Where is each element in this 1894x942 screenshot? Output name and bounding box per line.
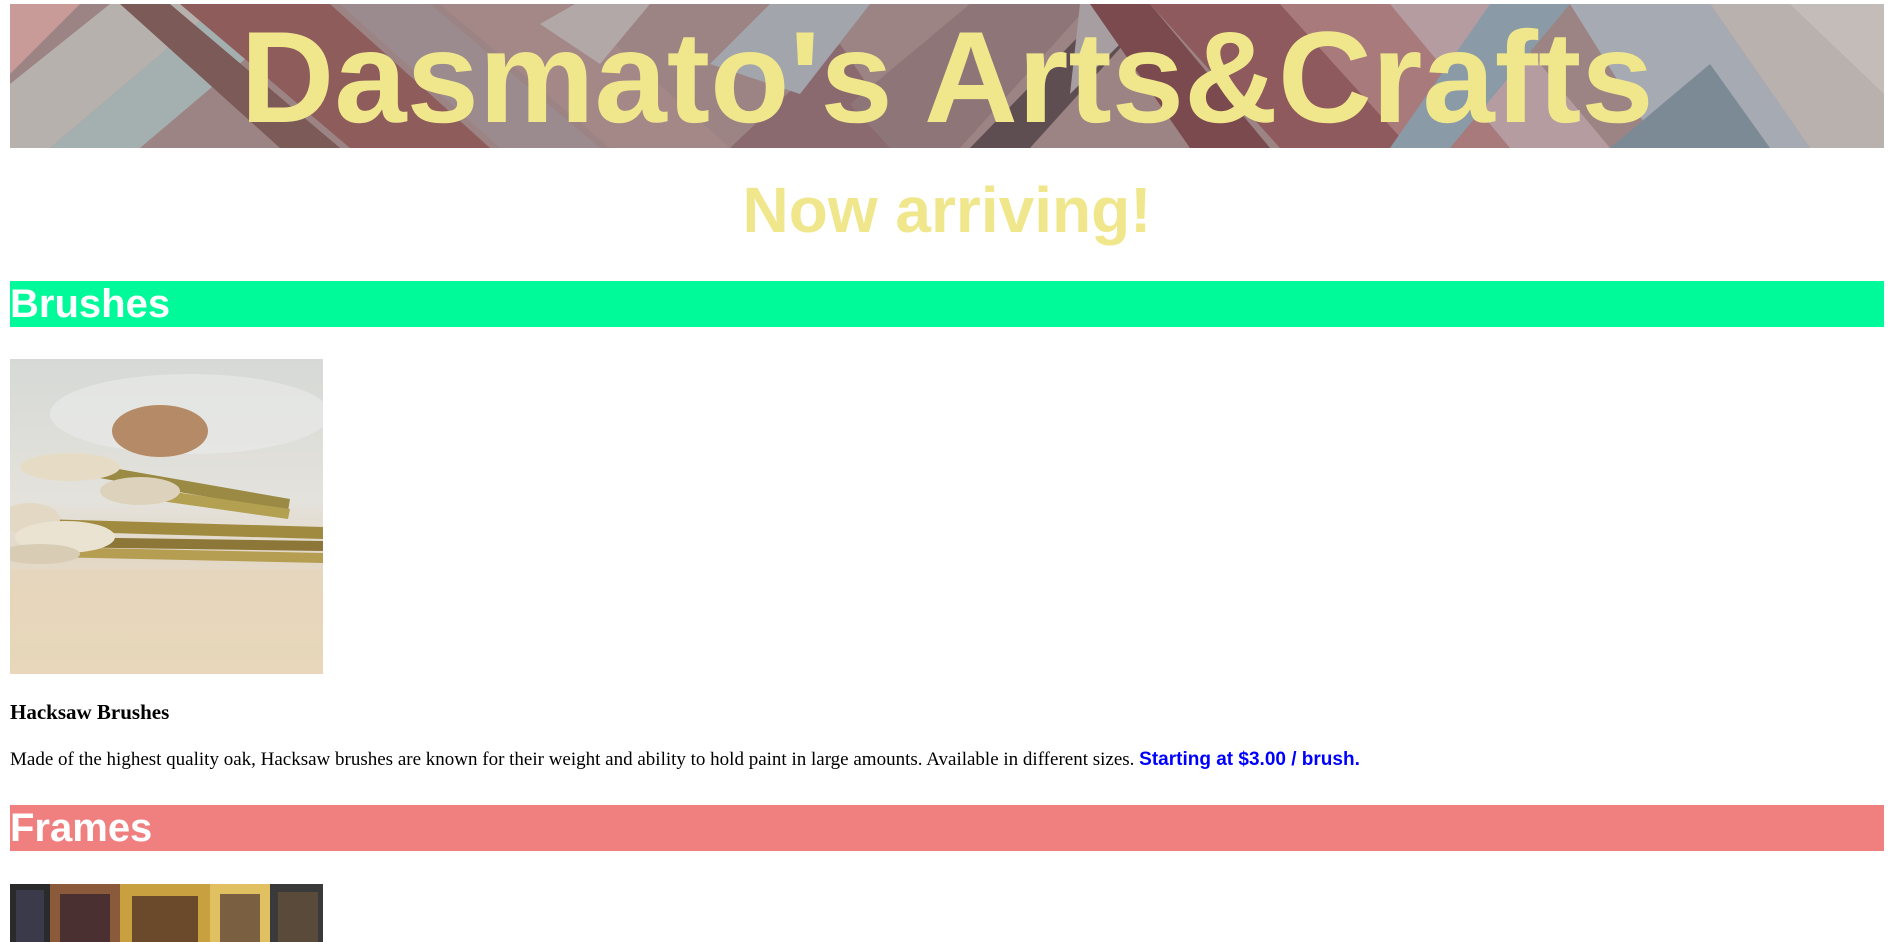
section-title: Frames: [10, 806, 153, 850]
section-header-frames: Frames: [10, 805, 1884, 851]
header-banner: Dasmato's Arts&Crafts: [10, 4, 1884, 148]
hacksaw-brushes-image: [10, 359, 323, 674]
product-description: Made of the highest quality oak, Hacksaw…: [10, 747, 1360, 773]
announcement-heading: Now arriving!: [742, 174, 1152, 246]
product-name: Hacksaw Brushes: [10, 700, 170, 724]
description-text: Made of the highest quality oak, Hacksaw…: [10, 749, 1135, 770]
site-title: Dasmato's Arts&Crafts: [240, 4, 1654, 148]
section-header-brushes: Brushes: [10, 281, 1884, 327]
frames-image: [10, 884, 323, 942]
price-text: Starting at $3.00 / brush.: [1139, 749, 1360, 770]
section-title: Brushes: [10, 282, 171, 326]
